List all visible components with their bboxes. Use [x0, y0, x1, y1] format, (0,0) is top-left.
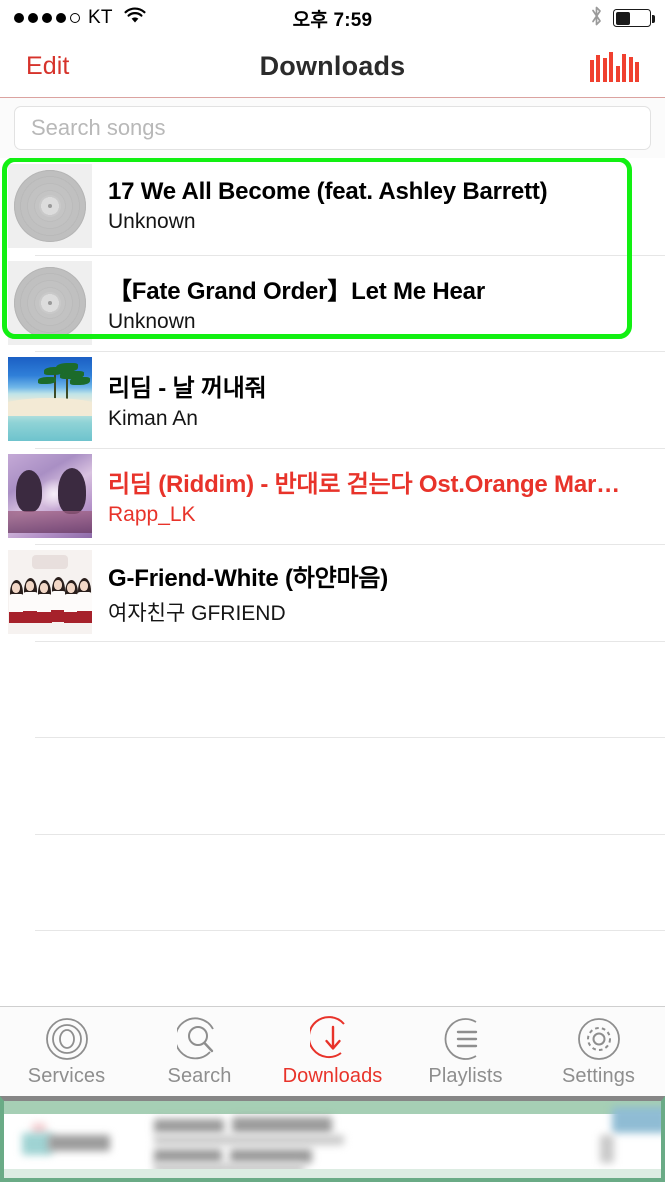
list-item[interactable]: 17 We All Become (feat. Ashley Barrett) …: [0, 158, 665, 255]
tab-search[interactable]: Search: [133, 1016, 266, 1088]
status-bar-left: KT: [14, 7, 147, 30]
gfriend-artwork: [8, 550, 92, 635]
signal-dot: [28, 13, 38, 23]
status-bar: KT 오후 7:59: [0, 0, 665, 36]
battery-icon: [613, 9, 655, 27]
vinyl-record-icon: [8, 164, 92, 249]
tab-label: Services: [27, 1064, 106, 1087]
download-circle-icon: [309, 1015, 356, 1062]
album-artwork: [8, 357, 92, 442]
song-artist: Unknown: [108, 310, 196, 334]
list-item-empty: [0, 640, 665, 737]
blurred-overlay-content: [4, 1101, 661, 1178]
tab-playlists[interactable]: Playlists: [399, 1016, 532, 1088]
signal-dot: [14, 13, 24, 23]
list-item-text: G-Friend-White (하얀마음) 여자친구 GFRIEND: [108, 558, 665, 627]
album-artwork: [8, 260, 92, 345]
search-bar-container: [0, 98, 665, 158]
song-title: 【Fate Grand Order】Let Me Hear: [108, 278, 485, 306]
anime-artwork: [8, 453, 92, 538]
album-artwork: [8, 453, 92, 538]
tab-label: Downloads: [282, 1064, 383, 1087]
search-input[interactable]: [31, 115, 634, 141]
signal-dot: [42, 13, 52, 23]
blurred-overlay-region: [0, 1096, 665, 1182]
magnifier-circle-icon: [176, 1016, 223, 1062]
list-item-text: 17 We All Become (feat. Ashley Barrett) …: [108, 178, 665, 234]
carrier-label: KT: [88, 7, 113, 28]
list-item-empty: [0, 833, 665, 930]
tab-services[interactable]: Services: [0, 1016, 133, 1088]
phone-screen: KT 오후 7:59 Edit Downloads Search songs 1…: [0, 0, 665, 1182]
album-artwork: [8, 550, 92, 635]
list-item-text: 리딤 - 날 꺼내줘 Kiman An: [108, 368, 665, 431]
list-item-empty: [0, 737, 665, 834]
edit-button[interactable]: Edit: [26, 52, 69, 81]
page-title: Downloads: [259, 51, 406, 81]
list-item[interactable]: 【Fate Grand Order】Let Me Hear Unknown: [0, 254, 665, 351]
list-item-text: 【Fate Grand Order】Let Me Hear Unknown: [108, 271, 665, 334]
list-item[interactable]: 리딤 (Riddim) - 반대로 걷는다 Ost.Orange Mar… Ra…: [0, 447, 665, 544]
tab-downloads[interactable]: Downloads: [266, 1015, 399, 1088]
song-title: 리딤 - 날 꺼내줘: [108, 374, 267, 402]
signal-strength-dots: [14, 13, 80, 23]
concentric-circles-icon: [44, 1016, 90, 1062]
song-artist: 여자친구 GFRIEND: [108, 601, 286, 625]
song-artist: Unknown: [108, 210, 196, 234]
song-title: 리딤 (Riddim) - 반대로 걷는다 Ost.Orange Mar…: [108, 471, 620, 499]
navigation-bar: Edit Downloads: [0, 36, 665, 98]
signal-dot-empty: [70, 13, 80, 23]
bluetooth-icon: [589, 5, 604, 32]
list-item-empty: [0, 930, 665, 1006]
song-artist: Rapp_LK: [108, 503, 196, 527]
tab-label: Playlists: [428, 1064, 503, 1087]
signal-dot: [56, 13, 66, 23]
tab-label: Search: [167, 1064, 232, 1087]
gear-circle-icon: [576, 1016, 622, 1062]
status-bar-right: [589, 5, 655, 32]
song-title: 17 We All Become (feat. Ashley Barrett): [108, 178, 548, 206]
list-item-text: 리딤 (Riddim) - 반대로 걷는다 Ost.Orange Mar… Ra…: [108, 464, 665, 527]
search-box[interactable]: [14, 106, 651, 150]
song-artist: Kiman An: [108, 406, 198, 430]
list-item[interactable]: 리딤 - 날 꺼내줘 Kiman An: [0, 351, 665, 448]
tab-bar: Services Search Downloads Playlists Sett…: [0, 1006, 665, 1096]
album-artwork: [8, 164, 92, 249]
list-item[interactable]: G-Friend-White (하얀마음) 여자친구 GFRIEND: [0, 544, 665, 641]
equalizer-icon[interactable]: [589, 51, 639, 82]
tab-label: Settings: [561, 1064, 636, 1087]
beach-artwork: [8, 357, 92, 442]
vinyl-record-icon: [8, 260, 92, 345]
list-circle-icon: [443, 1016, 489, 1062]
wifi-icon: [123, 7, 147, 30]
song-title: G-Friend-White (하얀마음): [108, 564, 389, 592]
song-list[interactable]: 17 We All Become (feat. Ashley Barrett) …: [0, 158, 665, 1006]
tab-settings[interactable]: Settings: [532, 1016, 665, 1088]
